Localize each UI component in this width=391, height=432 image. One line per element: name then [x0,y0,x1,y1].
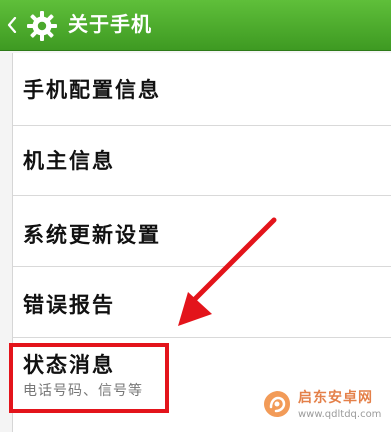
watermark-url: www.qdltdq.com [298,409,382,420]
settings-item-phone-config[interactable]: 手机配置信息 [13,53,391,126]
chevron-left-icon [7,17,17,33]
screenshot-page: 关于手机 手机配置信息 机主信息 系统更新设置 错误报告 状态消息 电话号码、信… [0,0,391,432]
annotation-highlight-box [9,343,169,413]
back-button[interactable] [4,8,64,42]
settings-item-label: 系统更新设置 [23,223,161,247]
watermark-name: 启东安卓网 [298,390,373,406]
page-title: 关于手机 [68,12,152,36]
watermark-logo-icon [264,391,290,417]
gear-icon [27,11,57,41]
watermark: 启东安卓网 www.qdltdq.com [256,383,391,432]
settings-item-owner-info[interactable]: 机主信息 [13,126,391,196]
annotation-arrow [178,217,277,326]
settings-item-label: 机主信息 [23,149,115,173]
settings-item-label: 错误报告 [23,293,115,317]
header-bar: 关于手机 [0,0,391,51]
settings-item-label: 手机配置信息 [23,78,161,102]
